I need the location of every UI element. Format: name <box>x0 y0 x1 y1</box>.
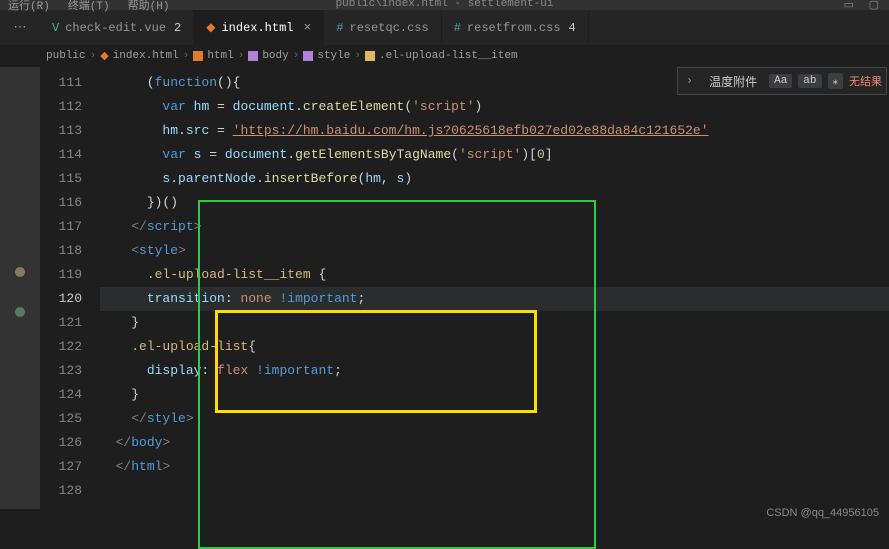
activity-dot[interactable] <box>15 267 25 277</box>
code-area[interactable]: (function(){ var hm = document.createEle… <box>100 71 889 509</box>
chevron-right-icon: › <box>293 50 300 62</box>
breadcrumb-item: .el-upload-list__item <box>365 50 518 62</box>
code-line: display: flex !important; <box>100 359 889 383</box>
cube-icon <box>248 51 258 61</box>
code-line: var hm = document.createElement('script'… <box>100 95 889 119</box>
code-line: transition: none !important; <box>100 287 889 311</box>
close-icon[interactable]: × <box>303 20 311 35</box>
code-line: <style> <box>100 239 889 263</box>
css-icon: # <box>336 21 343 35</box>
html-icon: ◆ <box>206 20 215 35</box>
tab-resetfrom[interactable]: # resetfrom.css 4 <box>442 10 589 45</box>
cube-icon <box>193 51 203 61</box>
line-gutter: 1111121131141151161171181191201211221231… <box>40 71 100 509</box>
chevron-right-icon: › <box>238 50 245 62</box>
code-line: } <box>100 311 889 335</box>
breadcrumb-item: style <box>303 50 350 62</box>
breadcrumb-item: body <box>248 50 288 62</box>
breadcrumbs[interactable]: public › ◆index.html › html › body › sty… <box>0 45 889 67</box>
tab-label: index.html <box>221 21 293 35</box>
breadcrumb-item: ◆index.html <box>100 49 178 63</box>
html-icon: ◆ <box>100 49 108 63</box>
code-line: </body> <box>100 431 889 455</box>
tab-label: resetfrom.css <box>467 21 561 35</box>
tab-overflow[interactable]: ⋯ <box>0 10 40 45</box>
css-icon: # <box>454 21 461 35</box>
cube-icon <box>365 51 375 61</box>
window-controls[interactable]: ▭ ▢ <box>844 0 883 12</box>
code-line: (function(){ <box>100 71 889 95</box>
code-line: </script> <box>100 215 889 239</box>
watermark: CSDN @qq_44956105 <box>766 507 879 519</box>
code-line: })() <box>100 191 889 215</box>
breadcrumb-item: html <box>193 50 233 62</box>
tab-badge: 2 <box>174 21 181 35</box>
code-line: hm.src = 'https://hm.baidu.com/hm.js?062… <box>100 119 889 143</box>
vue-icon: V <box>52 21 59 35</box>
code-line: </style> <box>100 407 889 431</box>
activity-dot[interactable] <box>15 307 25 317</box>
code-line <box>100 479 889 503</box>
code-line: .el-upload-list{ <box>100 335 889 359</box>
chevron-right-icon: › <box>90 50 97 62</box>
tab-badge: 4 <box>569 21 576 35</box>
code-line: s.parentNode.insertBefore(hm, s) <box>100 167 889 191</box>
editor[interactable]: 1111121131141151161171181191201211221231… <box>40 67 889 509</box>
tab-check-edit[interactable]: V check-edit.vue 2 <box>40 10 194 45</box>
tab-index-html[interactable]: ◆ index.html × <box>194 10 324 45</box>
cube-icon <box>303 51 313 61</box>
tab-label: resetqc.css <box>350 21 429 35</box>
tab-label: check-edit.vue <box>65 21 166 35</box>
code-line: var s = document.getElementsByTagName('s… <box>100 143 889 167</box>
code-line: .el-upload-list__item { <box>100 263 889 287</box>
window-title: public\index.html - settlement-ui <box>336 0 554 10</box>
tab-resetqc[interactable]: # resetqc.css <box>324 10 441 45</box>
chevron-right-icon: › <box>183 50 190 62</box>
code-line: </html> <box>100 455 889 479</box>
breadcrumb-item: public <box>46 50 86 62</box>
activity-bar <box>0 67 40 509</box>
code-line: } <box>100 383 889 407</box>
tab-bar: ⋯ V check-edit.vue 2 ◆ index.html × # re… <box>0 10 889 45</box>
chevron-right-icon: › <box>354 50 361 62</box>
